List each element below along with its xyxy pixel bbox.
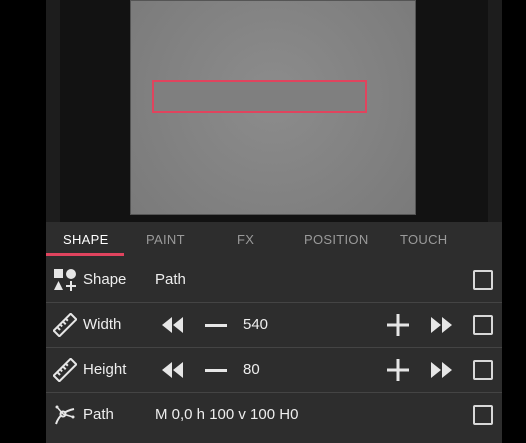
tab-position[interactable]: POSITION (304, 232, 369, 247)
tab-paint[interactable]: PAINT (146, 232, 185, 247)
width-value[interactable]: 540 (243, 316, 268, 333)
width-checkbox[interactable] (473, 315, 493, 335)
properties-panel: SHAPE PAINT FX POSITION TOUCH Shape Path (46, 222, 502, 443)
app-window: SHAPE PAINT FX POSITION TOUCH Shape Path (0, 0, 526, 443)
minus-icon[interactable] (203, 358, 229, 382)
canvas-left-shade (46, 0, 60, 222)
width-label: Width (83, 316, 122, 333)
selected-shape-outline[interactable] (152, 80, 367, 113)
fast-decrement-icon[interactable] (159, 358, 185, 382)
height-label: Height (83, 361, 127, 378)
path-checkbox[interactable] (473, 405, 493, 425)
width-row: Width 540 (46, 303, 502, 347)
fast-increment-icon[interactable] (429, 358, 455, 382)
path-label: Path (83, 406, 114, 423)
path-value[interactable]: M 0,0 h 100 v 100 H0 (155, 406, 298, 423)
tab-fx[interactable]: FX (237, 232, 254, 247)
plus-icon[interactable] (385, 313, 411, 337)
height-checkbox[interactable] (473, 360, 493, 380)
fast-decrement-icon[interactable] (159, 313, 185, 337)
tab-touch[interactable]: TOUCH (400, 232, 447, 247)
shape-row: Shape Path (46, 258, 502, 302)
height-row: Height 80 (46, 348, 502, 392)
ruler-icon (53, 313, 77, 337)
shape-checkbox[interactable] (473, 270, 493, 290)
shape-value[interactable]: Path (155, 271, 186, 288)
shapes-icon (54, 269, 76, 291)
path-row: Path M 0,0 h 100 v 100 H0 (46, 393, 502, 437)
shape-label: Shape (83, 271, 127, 288)
plus-icon[interactable] (385, 358, 411, 382)
bezier-path-icon (55, 405, 75, 425)
minus-icon[interactable] (203, 313, 229, 337)
tab-bar: SHAPE PAINT FX POSITION TOUCH (46, 222, 502, 256)
active-tab-indicator (46, 253, 124, 256)
ruler-icon (53, 358, 77, 382)
height-value[interactable]: 80 (243, 361, 260, 378)
tab-shape[interactable]: SHAPE (63, 232, 109, 247)
fast-increment-icon[interactable] (429, 313, 455, 337)
canvas-right-shade (488, 0, 502, 222)
